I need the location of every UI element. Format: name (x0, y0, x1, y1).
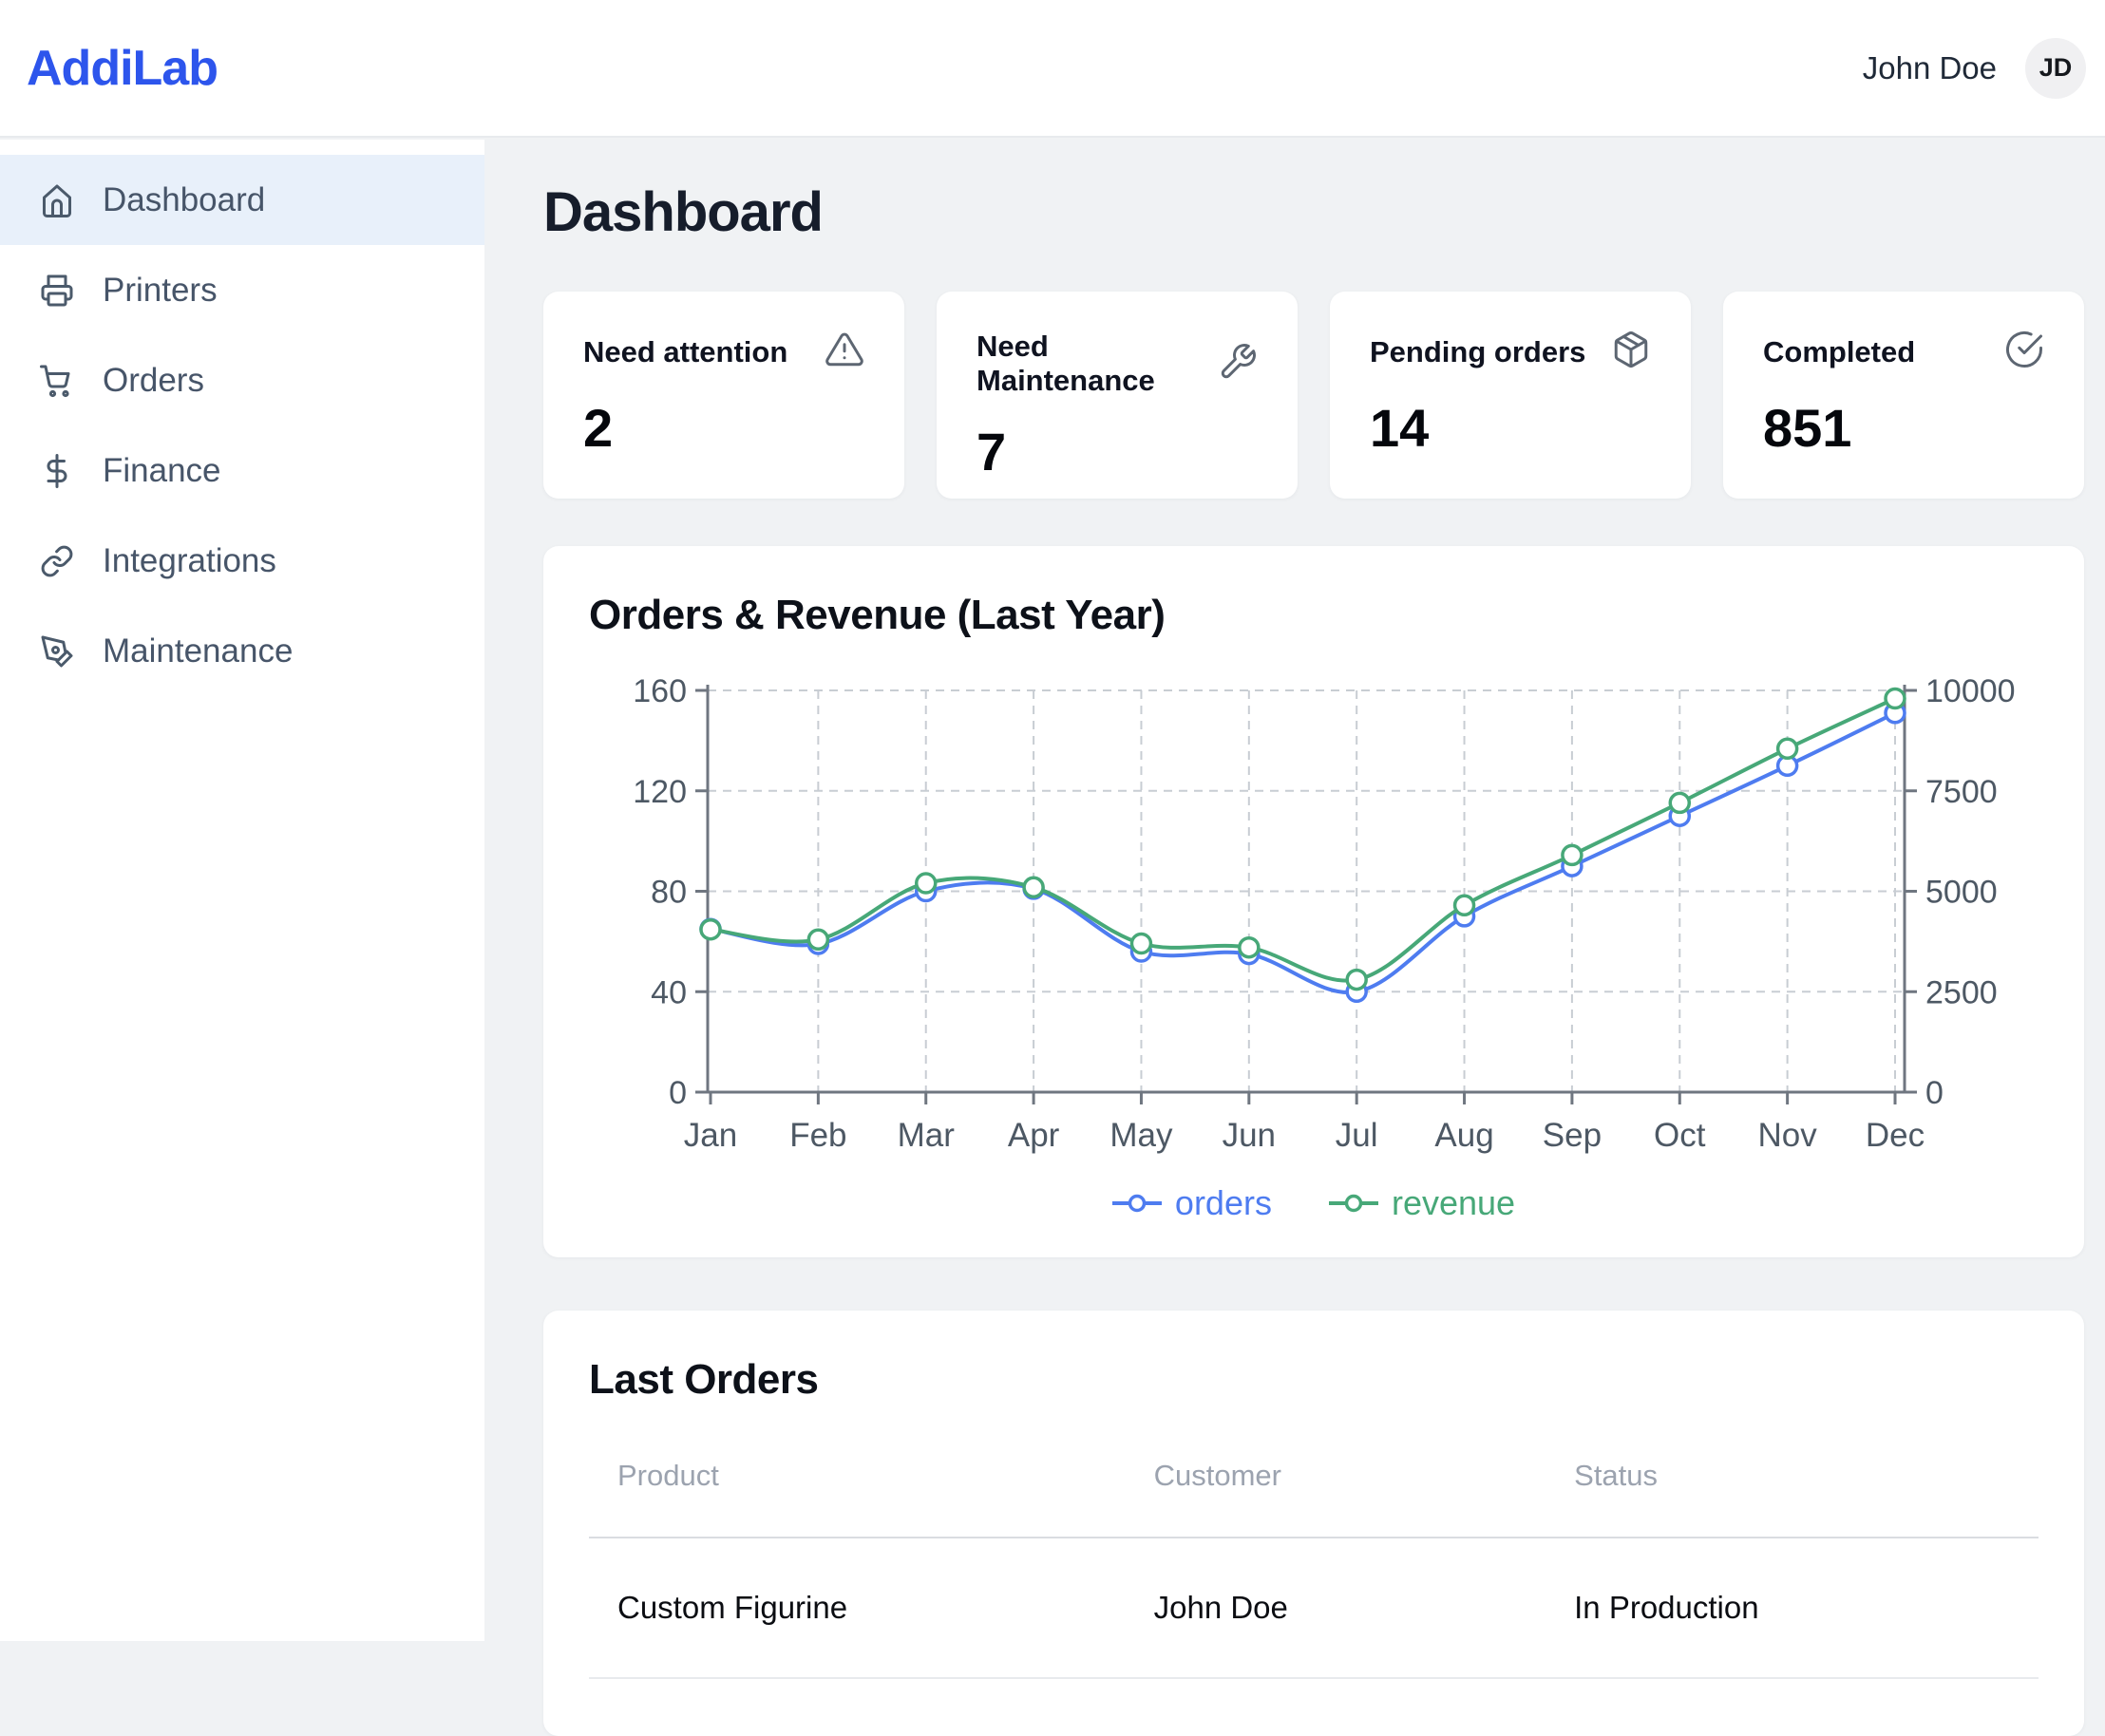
sidebar-item-label: Printers (103, 272, 218, 310)
svg-text:Oct: Oct (1654, 1117, 1706, 1154)
legend-label: orders (1175, 1183, 1272, 1223)
header-user-area: John Doe JD (1863, 38, 2086, 99)
app-header: AddiLab John Doe JD (0, 0, 2105, 138)
check-circle-icon (2004, 330, 2044, 374)
chart-legend: orders revenue (589, 1183, 2039, 1229)
legend-item-revenue: revenue (1329, 1183, 1515, 1223)
orders-revenue-chart-card: Orders & Revenue (Last Year) 0 40 80 120 160… (543, 546, 2084, 1257)
last-orders-title: Last Orders (589, 1356, 2039, 1404)
stat-label: Need Maintenance (977, 330, 1218, 398)
sidebar-item-label: Orders (103, 362, 204, 400)
sidebar-item-label: Dashboard (103, 181, 265, 219)
sidebar-item-orders[interactable]: Orders (0, 335, 484, 425)
stat-card-need-attention: Need attention 2 (543, 292, 904, 499)
last-orders-table: ProductCustomerStatus Custom FigurineJoh… (589, 1459, 2039, 1679)
sidebar-item-label: Integrations (103, 542, 276, 580)
svg-text:Jan: Jan (684, 1117, 737, 1154)
svg-text:Apr: Apr (1008, 1117, 1060, 1154)
wrench-icon (1218, 342, 1258, 387)
sidebar-item-finance[interactable]: Finance (0, 425, 484, 516)
svg-text:0: 0 (669, 1075, 687, 1111)
last-orders-card: Last Orders ProductCustomerStatus Custom… (543, 1311, 2084, 1736)
stat-value: 2 (583, 397, 864, 459)
svg-text:Aug: Aug (1434, 1117, 1493, 1154)
home-icon (40, 183, 74, 217)
svg-text:80: 80 (651, 875, 687, 911)
link-icon (40, 544, 74, 578)
package-icon (1611, 330, 1651, 374)
svg-text:Nov: Nov (1758, 1117, 1818, 1154)
svg-text:7500: 7500 (1925, 774, 1998, 810)
stat-value: 14 (1370, 397, 1651, 459)
sidebar-item-printers[interactable]: Printers (0, 245, 484, 335)
printer-icon (40, 274, 74, 308)
chart-title: Orders & Revenue (Last Year) (589, 592, 2039, 639)
cell-customer: John Doe (1126, 1538, 1546, 1678)
sidebar-item-label: Finance (103, 452, 221, 490)
cell-status: In Production (1546, 1538, 2039, 1678)
legend-item-orders: orders (1112, 1183, 1272, 1223)
line-chart: 0 40 80 120 160 0 2500 5000 7500 10000 Jan Feb Mar Ap… (589, 671, 2039, 1160)
svg-text:40: 40 (651, 974, 687, 1010)
app-logo[interactable]: AddiLab (27, 40, 218, 97)
legend-label: revenue (1392, 1183, 1515, 1223)
dollar-icon (40, 454, 74, 488)
sidebar-item-maintenance[interactable]: Maintenance (0, 606, 484, 696)
sidebar-item-integrations[interactable]: Integrations (0, 516, 484, 606)
sidebar-nav: Dashboard Printers Orders Finance Integratio… (0, 140, 484, 1641)
stat-label: Need attention (583, 335, 787, 369)
svg-text:Dec: Dec (1866, 1117, 1925, 1154)
column-header-product: Product (589, 1459, 1126, 1538)
svg-text:120: 120 (633, 774, 687, 810)
svg-text:0: 0 (1925, 1075, 1944, 1111)
stat-value: 851 (1763, 397, 2044, 459)
svg-text:Sep: Sep (1543, 1117, 1602, 1154)
svg-text:10000: 10000 (1925, 673, 2016, 709)
stat-card-completed: Completed 851 (1723, 292, 2084, 499)
stat-label: Completed (1763, 335, 1915, 369)
page-title: Dashboard (543, 180, 2084, 244)
svg-text:Jun: Jun (1223, 1117, 1276, 1154)
cell-product: Custom Figurine (589, 1538, 1126, 1678)
column-header-status: Status (1546, 1459, 2039, 1538)
svg-text:Feb: Feb (789, 1117, 846, 1154)
sidebar-item-dashboard[interactable]: Dashboard (0, 155, 484, 245)
legend-marker-icon (1329, 1193, 1378, 1214)
stat-card-pending-orders: Pending orders 14 (1330, 292, 1691, 499)
stat-value: 7 (977, 421, 1258, 482)
svg-text:Jul: Jul (1336, 1117, 1378, 1154)
svg-text:Mar: Mar (898, 1117, 956, 1154)
pen-tool-icon (40, 634, 74, 669)
svg-text:160: 160 (633, 673, 687, 709)
alert-triangle-icon (825, 330, 864, 374)
stat-cards-row: Need attention 2 Need Maintenance 7 Pending … (543, 292, 2084, 499)
legend-marker-icon (1112, 1193, 1162, 1214)
user-name: John Doe (1863, 50, 1997, 86)
main-content: Dashboard Need attention 2 Need Maintenanc… (484, 138, 2105, 1641)
stat-card-need-maintenance: Need Maintenance 7 (937, 292, 1298, 499)
stat-label: Pending orders (1370, 335, 1585, 369)
column-header-customer: Customer (1126, 1459, 1546, 1538)
user-avatar[interactable]: JD (2025, 38, 2086, 99)
sidebar-item-label: Maintenance (103, 632, 293, 670)
svg-text:May: May (1109, 1117, 1173, 1154)
table-row: Custom FigurineJohn DoeIn Production (589, 1538, 2039, 1678)
svg-text:5000: 5000 (1925, 875, 1998, 911)
svg-text:2500: 2500 (1925, 974, 1998, 1010)
cart-icon (40, 364, 74, 398)
